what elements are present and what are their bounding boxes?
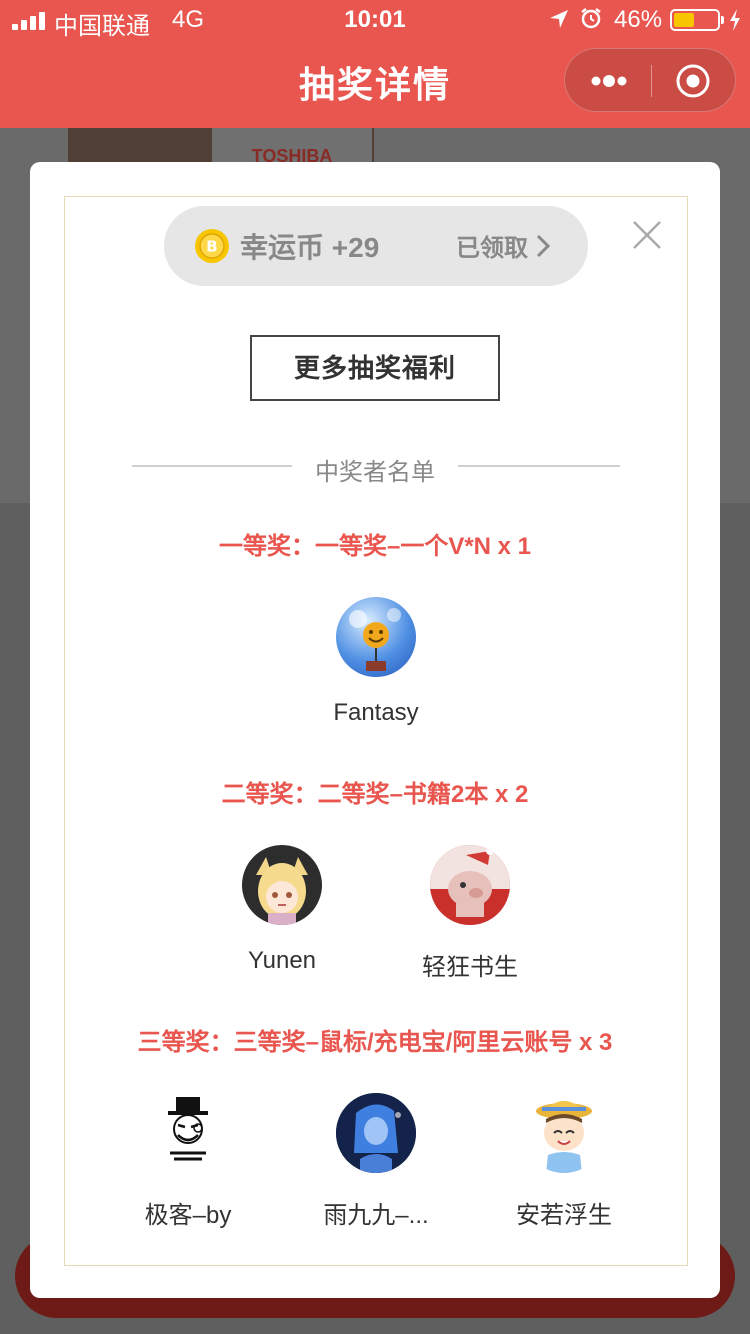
location-arrow-icon (550, 10, 568, 28)
more-dots-icon[interactable] (589, 71, 629, 91)
lottery-result-modal: B 幸运币 +29 已领取 更多抽奖福利 中奖者名单 一等奖：一等奖–一个V*N… (30, 162, 720, 1298)
winners-section-title: 中奖者名单 (315, 459, 435, 486)
avatar (148, 1093, 228, 1173)
avatar (336, 597, 416, 677)
winner-name: 安若浮生 (516, 1202, 612, 1229)
lucky-coin-pill[interactable]: B 幸运币 +29 已领取 (164, 206, 588, 286)
charging-bolt-icon (730, 9, 740, 31)
winner-item[interactable]: 极客–by (103, 1093, 273, 1230)
chevron-right-icon (536, 234, 550, 258)
status-bar: 中国联通 4G 10:01 46% (0, 0, 750, 40)
cartoon-kid-hat-icon (536, 1101, 592, 1173)
cartoon-pig-santa-icon (430, 845, 510, 917)
winner-name: Fantasy (333, 699, 419, 726)
winner-name: 极客–by (144, 1202, 232, 1229)
avatar (242, 845, 322, 925)
anime-fox-girl-icon (256, 857, 308, 925)
top-hat-mask-icon (168, 1097, 208, 1161)
avatar (336, 1093, 416, 1173)
winner-item[interactable]: Fantasy (291, 597, 461, 727)
mini-program-capsule (564, 48, 736, 112)
lucky-coin-amount: 幸运币 +29 (240, 232, 380, 263)
alarm-clock-icon (581, 8, 601, 29)
top-bar: 中国联通 4G 10:01 46% 抽奖详情 (0, 0, 750, 128)
svg-text:B: B (206, 238, 217, 256)
winner-name: 雨九九–... (323, 1202, 429, 1229)
winner-item[interactable]: 雨九九–... (291, 1093, 461, 1230)
avatar (430, 845, 510, 925)
close-icon[interactable] (632, 220, 662, 250)
winner-name: Yunen (247, 947, 317, 974)
winner-name: 轻狂书生 (422, 954, 518, 981)
prize-title-third: 三等奖：三等奖–鼠标/充电宝/阿里云账号 x 3 (137, 1029, 613, 1056)
winner-item[interactable]: 轻狂书生 (385, 845, 555, 982)
winner-item[interactable]: 安若浮生 (479, 1093, 649, 1230)
lucky-coin-status: 已领取 (456, 235, 528, 262)
winner-item[interactable]: Yunen (197, 845, 367, 975)
blue-anime-girl-icon (336, 1093, 416, 1173)
coin-icon: B (195, 229, 229, 263)
avatar (524, 1093, 604, 1173)
close-target-icon[interactable] (675, 63, 711, 99)
smiley-balloon-icon (349, 608, 401, 671)
prize-title-second: 二等奖：二等奖–书籍2本 x 2 (221, 781, 529, 808)
more-lottery-button[interactable]: 更多抽奖福利 (250, 335, 500, 401)
battery-percent: 46% (614, 6, 663, 33)
section-divider-right (458, 465, 620, 467)
prize-title-first: 一等奖：一等奖–一个V*N x 1 (218, 533, 532, 560)
battery-icon (670, 9, 724, 31)
